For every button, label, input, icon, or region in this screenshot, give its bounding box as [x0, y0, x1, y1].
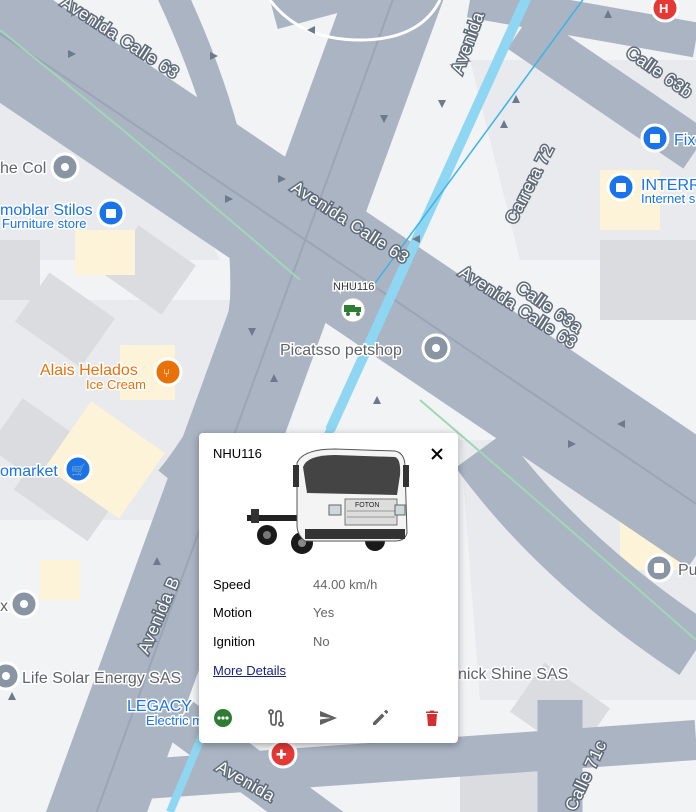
popup-actions [199, 705, 458, 731]
svg-text:Ice Cream: Ice Cream [86, 377, 146, 392]
svg-text:⑂: ⑂ [163, 366, 170, 380]
edit-button[interactable] [367, 705, 393, 731]
motion-value: Yes [313, 605, 335, 620]
svg-text:FOTON: FOTON [355, 502, 379, 509]
speed-value: 44.00 km/h [313, 577, 378, 592]
poi-nick-shine[interactable]: nick Shine SAS [457, 665, 570, 685]
ignition-label: Ignition [213, 634, 255, 649]
svg-text:nick Shine SAS: nick Shine SAS [458, 666, 568, 683]
ignition-value: No [313, 634, 330, 649]
hospital-icon[interactable]: H [650, 0, 680, 23]
delete-button[interactable] [419, 705, 445, 731]
vehicle-info-popup: NHU116 FOTON Speed 44.00 km/h Motion Yes… [199, 433, 458, 743]
hospital-icon[interactable]: ✚ [268, 739, 298, 769]
svg-text:🛒: 🛒 [71, 463, 86, 477]
svg-text:he Col: he Col [0, 160, 46, 177]
svg-text:Pu: Pu [678, 562, 696, 579]
svg-text:NHU116: NHU116 [333, 281, 374, 293]
route-icon [268, 709, 284, 727]
svg-text:Picatsso petshop: Picatsso petshop [280, 342, 402, 359]
motion-label: Motion [213, 605, 253, 620]
svg-text:✚: ✚ [276, 748, 287, 763]
svg-text:Fix: Fix [674, 132, 695, 149]
svg-text:Furniture store: Furniture store [2, 216, 87, 231]
svg-text:Life Solar Energy SAS: Life Solar Energy SAS [22, 670, 181, 687]
send-icon [320, 711, 337, 725]
svg-text:H: H [659, 1, 668, 16]
speed-label: Speed [213, 577, 251, 592]
svg-text:Electric m: Electric m [146, 713, 203, 728]
delete-icon [426, 710, 438, 726]
edit-icon [373, 709, 389, 725]
poi-moblar-stilos[interactable]: moblar Stilos Furniture store [0, 198, 126, 233]
poi-interr[interactable]: INTERR Internet s [606, 172, 696, 208]
svg-text:Internet s: Internet s [641, 191, 696, 206]
more-options-button[interactable] [210, 705, 236, 731]
send-command-button[interactable] [315, 705, 341, 731]
svg-text:x: x [0, 598, 8, 615]
close-icon[interactable] [428, 445, 446, 463]
svg-text:omarket: omarket [0, 463, 58, 480]
more-details-link[interactable]: More Details [213, 663, 286, 678]
route-button[interactable] [263, 705, 289, 731]
vehicle-photo: FOTON [247, 448, 409, 554]
more-horiz-icon [214, 709, 232, 727]
